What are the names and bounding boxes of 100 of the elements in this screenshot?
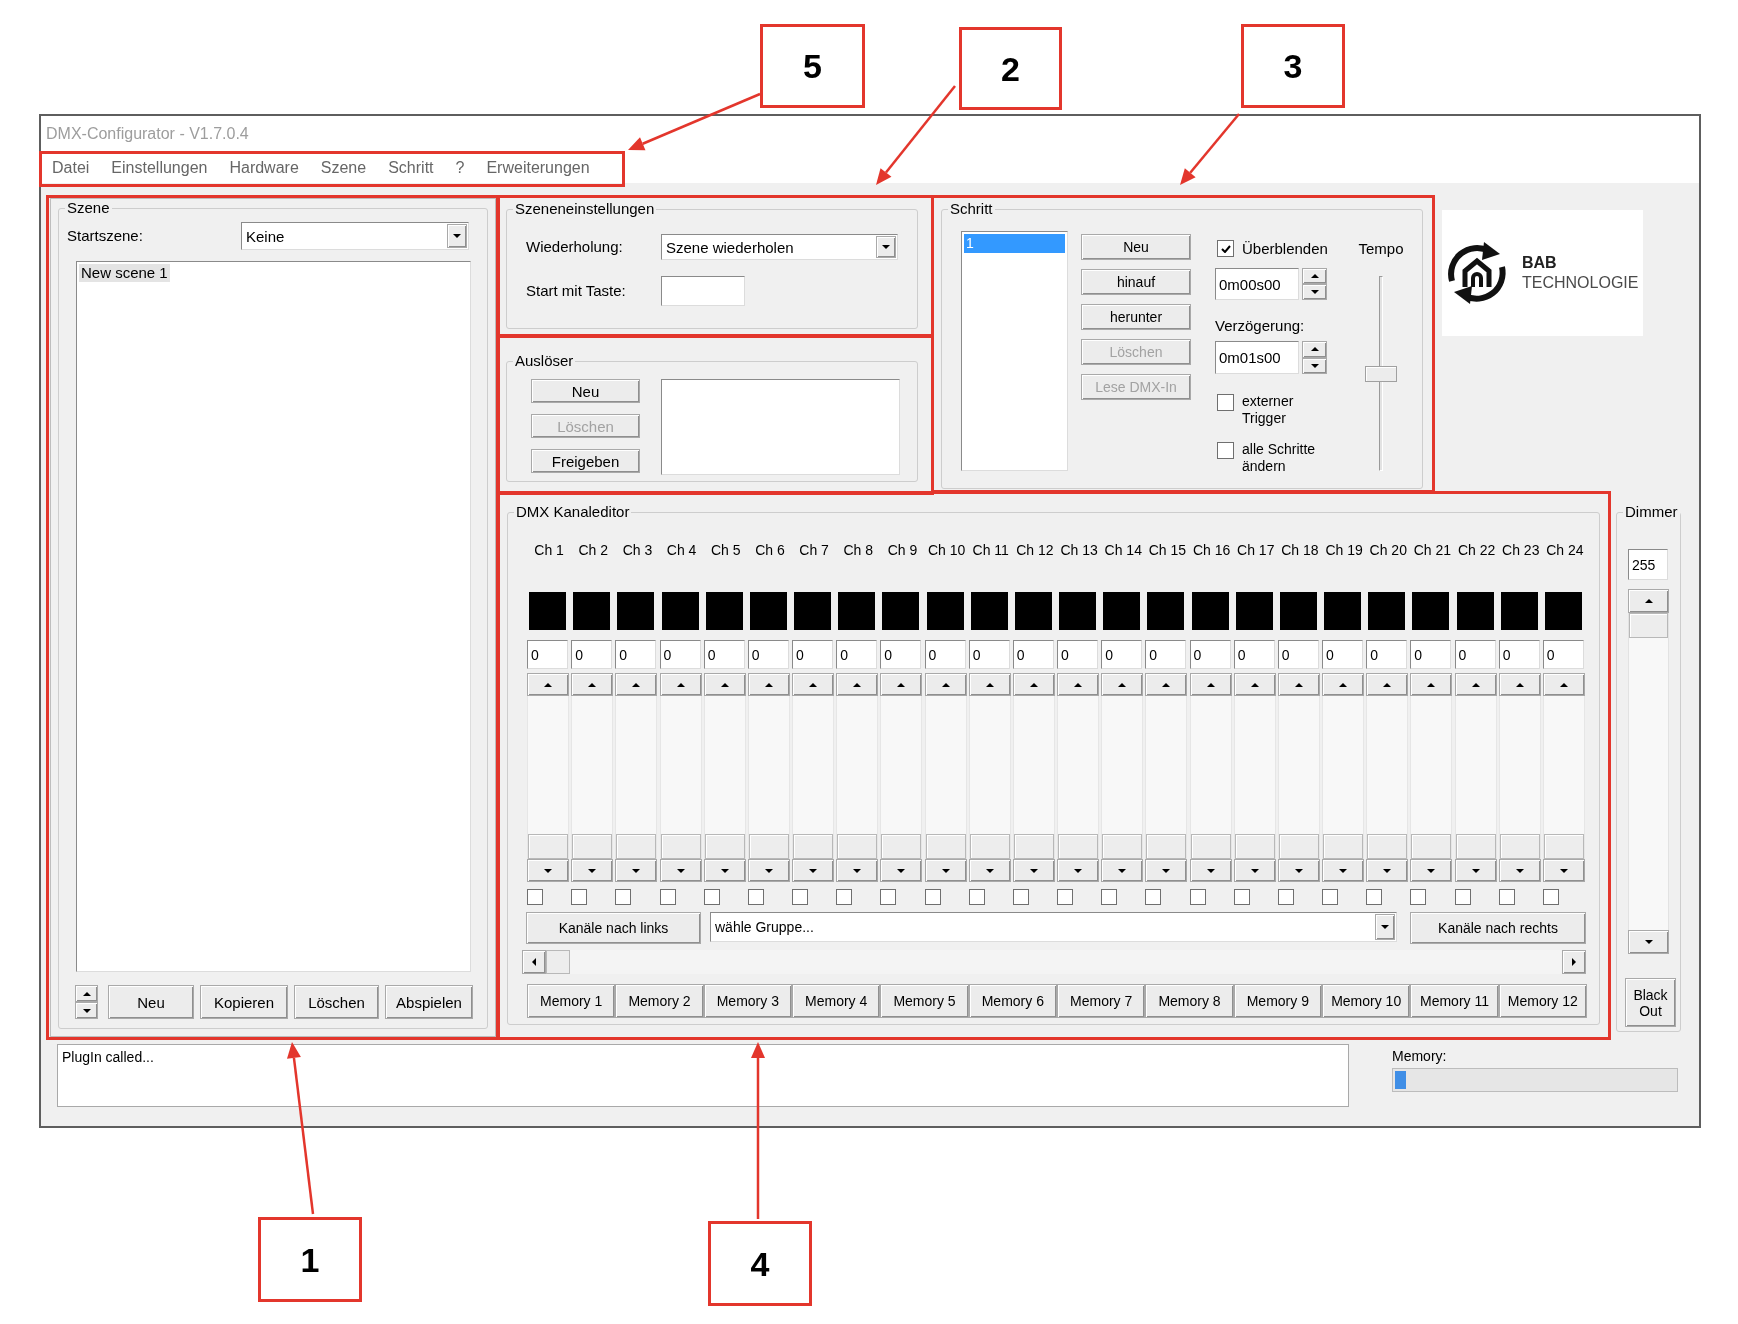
list-item[interactable]: New scene 1: [79, 264, 170, 282]
checkbox[interactable]: [1366, 889, 1383, 905]
memory-button[interactable]: Memory 8: [1145, 984, 1234, 1018]
step-up-button[interactable]: [571, 673, 614, 696]
fader-thumb[interactable]: [528, 834, 568, 859]
copy-button[interactable]: Kopieren: [200, 985, 288, 1019]
step-down-button[interactable]: [1012, 859, 1055, 882]
memory-button[interactable]: Memory 1: [527, 984, 616, 1018]
step-up-button[interactable]: [1189, 673, 1232, 696]
menu-item[interactable]: ?: [455, 158, 465, 177]
step-up-button[interactable]: [527, 673, 569, 696]
step-up-button[interactable]: [1628, 589, 1669, 613]
step-up-button[interactable]: [792, 673, 834, 696]
step-down-button[interactable]: [880, 859, 923, 882]
fader-thumb[interactable]: [1323, 834, 1363, 859]
fader-thumb[interactable]: [1367, 834, 1408, 859]
input-field[interactable]: [661, 276, 745, 306]
fader-thumb[interactable]: [1146, 834, 1187, 859]
memory-button[interactable]: Memory 3: [703, 984, 792, 1018]
slider-thumb[interactable]: [1629, 613, 1668, 638]
new-button[interactable]: Neu: [1081, 234, 1191, 260]
checkbox[interactable]: [1217, 442, 1234, 459]
step-up-button[interactable]: [1057, 673, 1099, 696]
checkbox[interactable]: [615, 889, 632, 905]
value-field[interactable]: 0: [880, 640, 922, 669]
dropdown-arrow-button[interactable]: [1375, 914, 1395, 940]
menu-item[interactable]: Schritt: [388, 158, 434, 177]
fader-thumb[interactable]: [704, 834, 745, 859]
fader-thumb[interactable]: [925, 834, 966, 859]
checkbox[interactable]: [527, 889, 543, 905]
menu-item[interactable]: Hardware: [229, 158, 299, 177]
checkbox[interactable]: [1057, 889, 1073, 905]
value-field[interactable]: 0: [792, 640, 833, 669]
value-field[interactable]: 0: [747, 640, 789, 669]
step-up-button[interactable]: [880, 673, 923, 696]
memory-button[interactable]: Memory 6: [968, 984, 1057, 1018]
value-field[interactable]: 0: [1145, 640, 1187, 669]
step-down-button[interactable]: [1277, 859, 1320, 882]
move-up-button[interactable]: [75, 985, 98, 1002]
checkbox[interactable]: [792, 889, 808, 905]
release-button[interactable]: Freigeben: [531, 449, 640, 473]
channels-left-button[interactable]: Kanäle nach links: [526, 912, 701, 944]
spin-down-button[interactable]: [1302, 284, 1327, 300]
checkbox[interactable]: [1101, 889, 1118, 905]
fader-thumb[interactable]: [1499, 834, 1540, 859]
slider-thumb[interactable]: [1365, 365, 1397, 382]
step-down-button[interactable]: [571, 859, 614, 882]
checkbox[interactable]: [1498, 889, 1515, 905]
fader-thumb[interactable]: [1278, 834, 1319, 859]
new-button[interactable]: Neu: [108, 985, 194, 1019]
value-field[interactable]: 0: [1322, 640, 1363, 669]
step-down-button[interactable]: [615, 859, 658, 882]
delete-button[interactable]: Löschen: [294, 985, 379, 1019]
value-field[interactable]: 0: [1277, 640, 1319, 669]
scroll-left-button[interactable]: [522, 950, 546, 974]
value-field[interactable]: 0: [1366, 640, 1408, 669]
checkbox[interactable]: [1410, 889, 1427, 905]
checkbox[interactable]: [1145, 889, 1162, 905]
play-button[interactable]: Abspielen: [385, 985, 473, 1019]
spin-up-button[interactable]: [1302, 341, 1327, 358]
checkbox[interactable]: [1012, 889, 1029, 905]
horizontal-scrollbar[interactable]: [522, 950, 1586, 974]
value-field[interactable]: 0: [527, 640, 568, 669]
dropdown[interactable]: Keine: [241, 222, 469, 250]
value-field[interactable]: 0: [703, 640, 745, 669]
step-down-button[interactable]: [1145, 859, 1188, 882]
fader-thumb[interactable]: [1455, 834, 1496, 859]
step-down-button[interactable]: [924, 859, 967, 882]
menu-item[interactable]: Erweiterungen: [486, 158, 590, 177]
step-down-button[interactable]: [1057, 859, 1099, 882]
value-field[interactable]: 0: [571, 640, 613, 669]
dropdown-arrow-button[interactable]: [447, 224, 467, 248]
step-down-button[interactable]: [1322, 859, 1364, 882]
step-up-button[interactable]: [659, 673, 702, 696]
checkbox[interactable]: [924, 889, 941, 905]
step-up-button[interactable]: [924, 673, 967, 696]
new-button[interactable]: Neu: [531, 379, 640, 403]
spin-up-button[interactable]: [1302, 268, 1327, 284]
move-up-button[interactable]: hinauf: [1081, 269, 1191, 295]
value-field[interactable]: 0: [1189, 640, 1231, 669]
value-field[interactable]: 0: [1454, 640, 1496, 669]
dropdown[interactable]: Szene wiederholen: [661, 234, 898, 260]
step-down-button[interactable]: [527, 859, 569, 882]
value-field[interactable]: 0: [1012, 640, 1054, 669]
value-field[interactable]: 0: [1498, 640, 1540, 669]
step-down-button[interactable]: [1628, 930, 1669, 954]
checkbox[interactable]: [1233, 889, 1250, 905]
dropdown[interactable]: wähle Gruppe...: [710, 912, 1397, 942]
memory-button[interactable]: Memory 2: [615, 984, 704, 1018]
menu-item[interactable]: Szene: [320, 158, 367, 177]
step-up-button[interactable]: [747, 673, 790, 696]
fader-thumb[interactable]: [1013, 834, 1054, 859]
step-down-button[interactable]: [1189, 859, 1232, 882]
move-down-button[interactable]: herunter: [1081, 304, 1191, 330]
step-up-button[interactable]: [1366, 673, 1409, 696]
fader-thumb[interactable]: [1234, 834, 1275, 859]
checkbox[interactable]: [880, 889, 897, 905]
step-down-button[interactable]: [1233, 859, 1276, 882]
value-field[interactable]: 0: [1410, 640, 1452, 669]
checkbox[interactable]: [1454, 889, 1471, 905]
